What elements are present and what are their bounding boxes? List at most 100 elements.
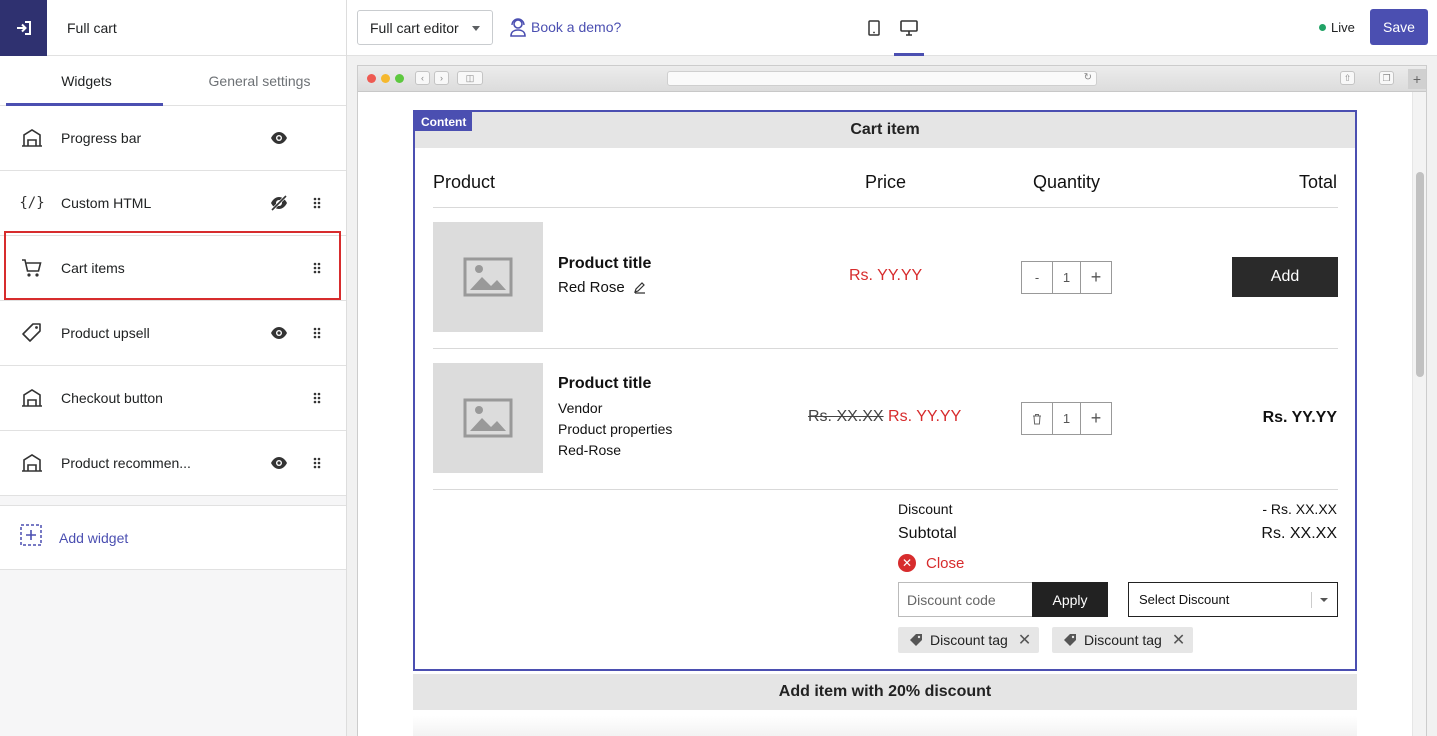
add-widget-label: Add widget <box>59 529 129 546</box>
desktop-view-button[interactable] <box>894 15 924 41</box>
product-variant: Red Rose <box>558 279 646 296</box>
book-demo-link[interactable]: Book a demo? <box>509 17 621 37</box>
widget-label: Progress bar <box>61 130 142 146</box>
eye-icon[interactable] <box>269 323 289 343</box>
address-bar: ↻ <box>667 71 1097 86</box>
remove-tag-icon[interactable]: ✕ <box>1172 630 1185 650</box>
preview-scrollbar[interactable] <box>1412 92 1426 736</box>
select-discount-value: Select Discount <box>1139 592 1230 607</box>
tag-icon <box>1064 634 1076 646</box>
item-price: Rs. YY.YY <box>888 408 962 425</box>
maximize-dot-icon <box>395 74 404 83</box>
eye-icon[interactable] <box>269 453 289 473</box>
tab-general-settings[interactable]: General settings <box>173 56 346 105</box>
drag-handle-icon[interactable] <box>311 260 323 276</box>
active-device-indicator <box>894 53 924 56</box>
quantity-stepper[interactable]: 1 + <box>1021 402 1112 435</box>
discount-code-input[interactable]: Discount code <box>898 582 1032 617</box>
trash-icon <box>1033 413 1041 424</box>
drag-handle-icon[interactable] <box>311 325 323 341</box>
tag-icon <box>20 321 44 345</box>
subtotal-value: Rs. XX.XX <box>1261 525 1337 542</box>
cart-items-widget[interactable]: Content Cart item Product Price Quantity… <box>413 110 1357 671</box>
drag-handle-icon[interactable] <box>311 195 323 211</box>
preview-browser: ‹ › ◫ ↻ ⇧ ❐ + Content Cart item Product … <box>357 65 1427 736</box>
widget-label: Product upsell <box>61 325 150 341</box>
exit-icon <box>16 20 31 35</box>
product-title: Product title <box>558 255 652 272</box>
cart-icon <box>20 256 44 280</box>
discount-tag-label: Discount tag <box>1084 632 1162 648</box>
discount-upsell-heading[interactable]: Add item with 20% discount <box>413 674 1357 710</box>
quantity-value[interactable]: 1 <box>1052 403 1081 434</box>
item-price-group: Rs. XX.XX Rs. YY.YY <box>808 408 961 426</box>
divider <box>433 207 1338 208</box>
close-discount-button[interactable]: ✕ Close <box>898 554 964 572</box>
eye-icon[interactable] <box>269 128 289 148</box>
column-total: Total <box>1298 172 1337 192</box>
widget-product-recommendations[interactable]: Product recommen... <box>0 431 346 496</box>
add-widget-button[interactable]: Add widget <box>0 505 346 570</box>
image-icon <box>463 257 513 297</box>
tab-widgets[interactable]: Widgets <box>0 56 173 105</box>
close-label: Close <box>926 554 965 572</box>
divider <box>433 489 1338 490</box>
close-circle-icon: ✕ <box>898 554 916 572</box>
widget-product-upsell[interactable]: Product upsell <box>0 301 346 366</box>
mobile-view-button[interactable] <box>859 15 889 41</box>
sidebar-title: Full cart <box>67 19 117 36</box>
column-product: Product <box>433 172 496 192</box>
widget-custom-html[interactable]: {/} Custom HTML <box>0 171 346 236</box>
divider <box>433 348 1338 349</box>
widget-label: Checkout button <box>61 390 163 406</box>
chevron-down-icon <box>1320 598 1328 602</box>
drag-handle-icon[interactable] <box>311 390 323 406</box>
widget-checkout-button[interactable]: Checkout button <box>0 366 346 431</box>
apply-button[interactable]: Apply <box>1032 582 1108 617</box>
increment-button[interactable]: + <box>1081 262 1111 293</box>
discount-tag-chip: Discount tag ✕ <box>1052 627 1194 653</box>
dropdown-separator <box>1311 592 1312 608</box>
forward-arrow-icon: › <box>434 71 449 85</box>
quantity-stepper[interactable]: - 1 + <box>1021 261 1112 294</box>
desktop-icon <box>900 20 918 36</box>
increment-button[interactable]: + <box>1081 403 1111 434</box>
widget-progress-bar[interactable]: Progress bar <box>0 106 346 171</box>
discount-label: Discount <box>898 501 953 517</box>
live-label: Live <box>1331 20 1355 35</box>
decrement-button[interactable]: - <box>1022 262 1052 293</box>
minimize-dot-icon <box>381 74 390 83</box>
discount-tag-chip: Discount tag ✕ <box>898 627 1040 653</box>
pencil-icon[interactable] <box>633 281 646 294</box>
product-title: Product title <box>558 375 652 392</box>
preview-bottom <box>413 716 1357 736</box>
remove-tag-icon[interactable]: ✕ <box>1018 630 1031 650</box>
editor-select-value: Full cart editor <box>370 19 459 36</box>
content-tag: Content <box>415 112 473 131</box>
book-demo-label: Book a demo? <box>531 19 622 35</box>
back-arrow-icon: ‹ <box>415 71 430 85</box>
drag-handle-icon[interactable] <box>311 455 323 471</box>
delete-button[interactable] <box>1022 403 1052 434</box>
share-icon: ⇧ <box>1340 71 1355 85</box>
editor-select[interactable]: Full cart editor <box>357 10 493 45</box>
quantity-value[interactable]: 1 <box>1052 262 1081 293</box>
product-image-placeholder <box>433 363 543 473</box>
exit-button[interactable] <box>0 0 47 56</box>
add-button[interactable]: Add <box>1232 257 1338 297</box>
reload-icon: ↻ <box>1083 72 1092 83</box>
item-total: Rs. YY.YY <box>1262 409 1337 426</box>
save-button[interactable]: Save <box>1370 9 1428 45</box>
scrollbar-thumb[interactable] <box>1416 172 1424 377</box>
select-discount-dropdown[interactable]: Select Discount <box>1128 582 1338 617</box>
editor-toolbar: Full cart editor Book a demo? Live Save <box>347 0 1437 56</box>
template-icon <box>20 451 44 475</box>
live-dot-icon <box>1319 24 1326 31</box>
eye-hidden-icon[interactable] <box>269 193 289 213</box>
template-icon <box>20 126 44 150</box>
widget-cart-items[interactable]: Cart items <box>0 236 346 301</box>
template-icon <box>20 386 44 410</box>
support-agent-icon <box>510 18 526 37</box>
product-vendor: Vendor <box>558 400 603 416</box>
sidebar-tabs: Widgets General settings <box>0 56 346 106</box>
